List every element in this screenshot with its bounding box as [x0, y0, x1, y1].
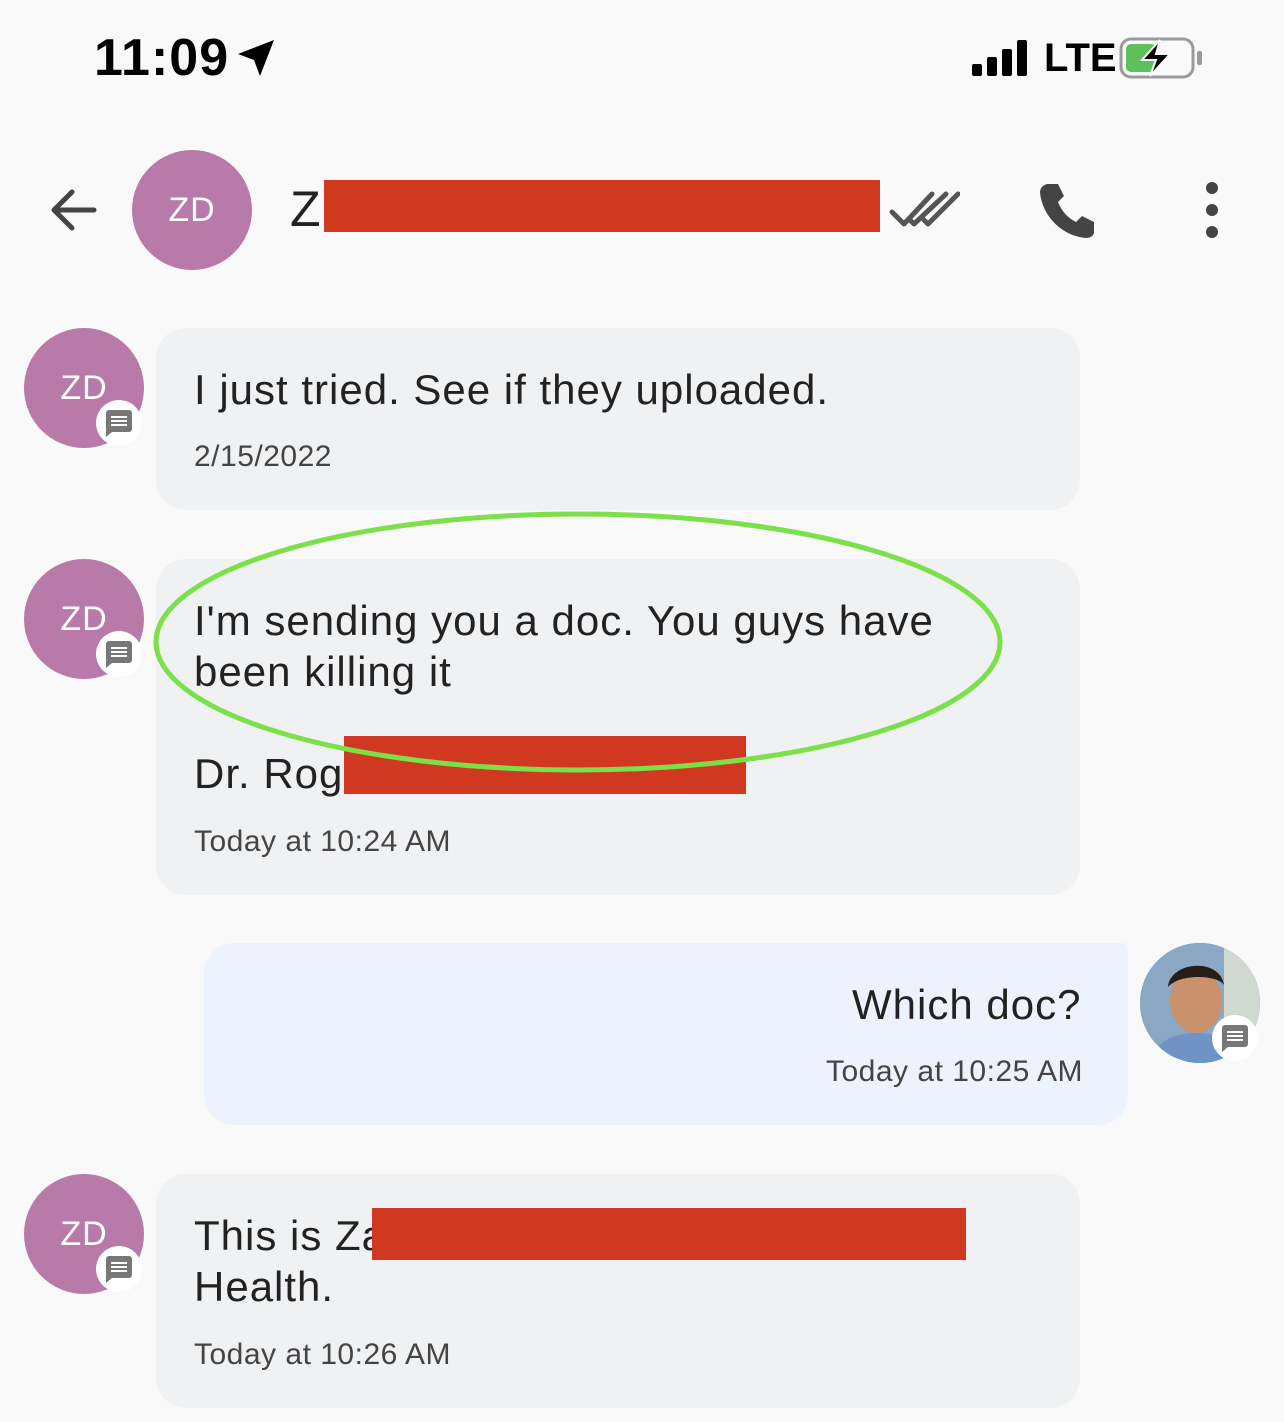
double-check-icon	[889, 191, 960, 227]
signal-bars-icon	[972, 40, 1027, 76]
redaction-bar	[324, 180, 880, 232]
phone-icon[interactable]	[1036, 178, 1100, 242]
arrow-left-icon[interactable]	[44, 178, 104, 238]
message-text-line-1: This is Za	[194, 1212, 387, 1259]
message-bubble[interactable]	[156, 328, 1080, 510]
sms-badge-icon	[96, 1246, 142, 1292]
battery-charging-icon	[1119, 37, 1202, 79]
sms-badge-icon	[96, 631, 142, 677]
location-arrow-icon	[238, 40, 274, 76]
message-time: Today at 10:24 AM	[194, 825, 451, 858]
message-text: Which doc?	[852, 981, 1082, 1028]
sms-badge-icon	[1212, 1015, 1258, 1061]
contact-name: Z	[290, 181, 321, 237]
message-text-line-2: Health.	[194, 1263, 335, 1310]
message-text: I just tried. See if they uploaded.	[194, 366, 830, 413]
message-bubble-outgoing[interactable]	[204, 943, 1128, 1125]
network-label: LTE	[1044, 36, 1117, 80]
message-time: 2/15/2022	[194, 440, 332, 473]
highlight-ellipse	[153, 511, 1003, 773]
message-time: Today at 10:26 AM	[194, 1338, 451, 1371]
contact-avatar[interactable]: ZD	[132, 150, 252, 270]
status-time: 11:09	[94, 29, 230, 87]
more-vertical-icon[interactable]	[1194, 180, 1230, 240]
sms-badge-icon	[96, 400, 142, 446]
message-time: Today at 10:25 AM	[826, 1055, 1083, 1088]
redaction-bar	[372, 1208, 966, 1260]
